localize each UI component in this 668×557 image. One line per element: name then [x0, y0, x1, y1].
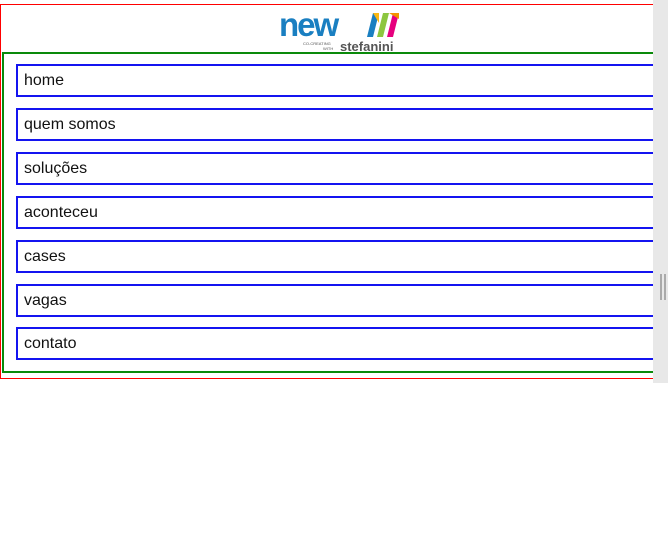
brand-logo[interactable]: new CO-CREATING WITH stefanini — [279, 9, 401, 53]
nav-item-aconteceu[interactable]: aconteceu — [16, 196, 653, 229]
page-viewport: new CO-CREATING WITH stefanini home quem… — [0, 0, 653, 383]
main-nav: home quem somos soluções aconteceu cases… — [2, 52, 653, 373]
nav-item-solucoes[interactable]: soluções — [16, 152, 653, 185]
logo-wordmark: new — [279, 9, 340, 43]
nav-item-contato[interactable]: contato — [16, 327, 653, 360]
nav-item-home[interactable]: home — [16, 64, 653, 97]
nav-item-cases[interactable]: cases — [16, 240, 653, 273]
logo-tagline: stefanini — [340, 39, 393, 53]
horizontal-scrollbar[interactable] — [653, 0, 668, 383]
svg-text:WITH: WITH — [323, 46, 333, 51]
nav-item-vagas[interactable]: vagas — [16, 284, 653, 317]
scrollbar-grip[interactable] — [660, 274, 666, 300]
nav-item-quem-somos[interactable]: quem somos — [16, 108, 653, 141]
